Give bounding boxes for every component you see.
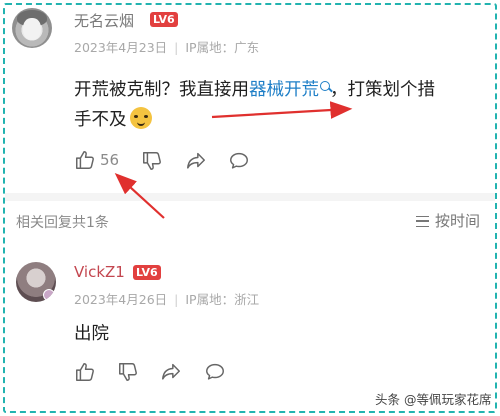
reply-share-button[interactable] — [160, 361, 182, 383]
replies-count-label: 相关回复共1条 — [16, 215, 109, 231]
level-badge: LV6 — [150, 12, 178, 27]
watermark: 头条 @等佩玩家花席 — [372, 388, 495, 409]
avatar-face — [23, 18, 41, 40]
reply-body: 出院 — [74, 324, 109, 344]
keyword-text: 器械开荒 — [249, 80, 319, 100]
sort-toggle[interactable]: 按时间 — [416, 210, 480, 231]
reply-ip-location: IP属地：浙江 — [185, 292, 260, 307]
screenshot-frame — [3, 3, 497, 413]
reply-date: 2023年4月26日 — [74, 292, 168, 307]
thumbs-down-icon — [143, 152, 161, 170]
comment-text-after: ，打策划个措 — [330, 80, 435, 100]
thumbs-up-icon — [76, 363, 94, 381]
comment-ip-location: IP属地：广东 — [185, 40, 260, 55]
comment-body-line2: 手不及 — [74, 104, 152, 136]
commenter-username[interactable]: 无名云烟 — [74, 10, 134, 31]
comment-date: 2023年4月23日 | IP属地：广东 — [74, 40, 260, 55]
reply-level-badge: LV6 — [133, 265, 161, 280]
doge-emoji-icon — [129, 107, 152, 129]
comment-text-line2: 手不及 — [74, 110, 127, 130]
comment-date-text: 2023年4月23日 — [74, 40, 168, 55]
keyword-search-link[interactable]: 器械开荒 — [249, 80, 330, 100]
share-arrow-icon — [162, 363, 180, 380]
reply-comment-button[interactable] — [204, 361, 226, 383]
thumbs-up-icon — [76, 151, 94, 169]
sort-label: 按时间 — [435, 212, 481, 230]
reply-meta: 2023年4月26日 | IP属地：浙江 — [74, 292, 260, 307]
share-button[interactable] — [185, 150, 207, 172]
reply-button[interactable] — [228, 150, 250, 172]
like-button[interactable] — [74, 149, 96, 171]
menu-lines-icon — [416, 216, 429, 227]
reply-like-button[interactable] — [74, 361, 96, 383]
search-icon — [320, 81, 330, 91]
like-count: 56 — [100, 151, 120, 169]
commenter-avatar[interactable] — [12, 8, 52, 48]
comment-bubble-icon — [230, 152, 248, 169]
comment-body-line1: 开荒被克制？我直接用器械开荒 ，打策划个措 — [74, 74, 435, 106]
thumbs-down-icon — [119, 363, 137, 381]
comment-text-before: 开荒被克制？我直接用 — [74, 80, 249, 100]
replier-username[interactable]: VickZ1 — [74, 263, 125, 281]
section-divider — [5, 193, 495, 201]
reply-dislike-button[interactable] — [117, 361, 139, 383]
share-arrow-icon — [187, 152, 205, 169]
comment-bubble-icon — [206, 363, 224, 380]
dislike-button[interactable] — [141, 150, 163, 172]
replier-avatar[interactable] — [16, 262, 56, 302]
avatar-badge-icon — [43, 289, 55, 301]
